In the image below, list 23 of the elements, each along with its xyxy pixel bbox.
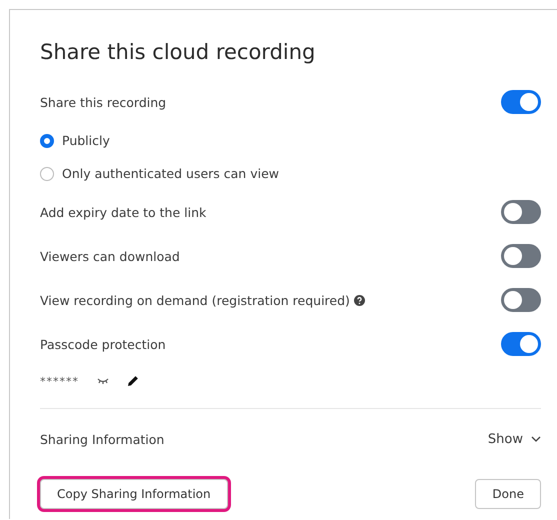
sharing-info-label: Sharing Information: [40, 432, 164, 446]
toggle-switch[interactable]: [501, 332, 541, 356]
help-icon[interactable]: [354, 294, 365, 306]
toggle-switch[interactable]: [501, 288, 541, 312]
dialog-title: Share this cloud recording: [40, 40, 316, 64]
setting-label: View recording on demand (registration required): [40, 292, 365, 308]
passcode-value: ******: [40, 374, 79, 388]
radio-label: Publicly: [62, 133, 110, 148]
eye-closed-icon[interactable]: [97, 378, 109, 384]
setting-label: Passcode protection: [40, 336, 166, 352]
done-button[interactable]: Done: [475, 479, 541, 509]
toggle-switch[interactable]: [501, 200, 541, 224]
toggle-switch[interactable]: [501, 90, 541, 114]
copy-button[interactable]: Copy Sharing Information: [40, 479, 228, 509]
radio-button[interactable]: [40, 134, 54, 148]
radio-button[interactable]: [40, 166, 54, 180]
show-toggle[interactable]: Show: [488, 432, 541, 446]
toggle-switch[interactable]: [501, 244, 541, 268]
setting-label: Add expiry date to the link: [40, 204, 206, 220]
pencil-icon[interactable]: [127, 375, 139, 387]
radio-label: Only authenticated users can view: [62, 166, 279, 181]
setting-label: Viewers can download: [40, 248, 180, 264]
setting-label: Share this recording: [40, 94, 166, 110]
